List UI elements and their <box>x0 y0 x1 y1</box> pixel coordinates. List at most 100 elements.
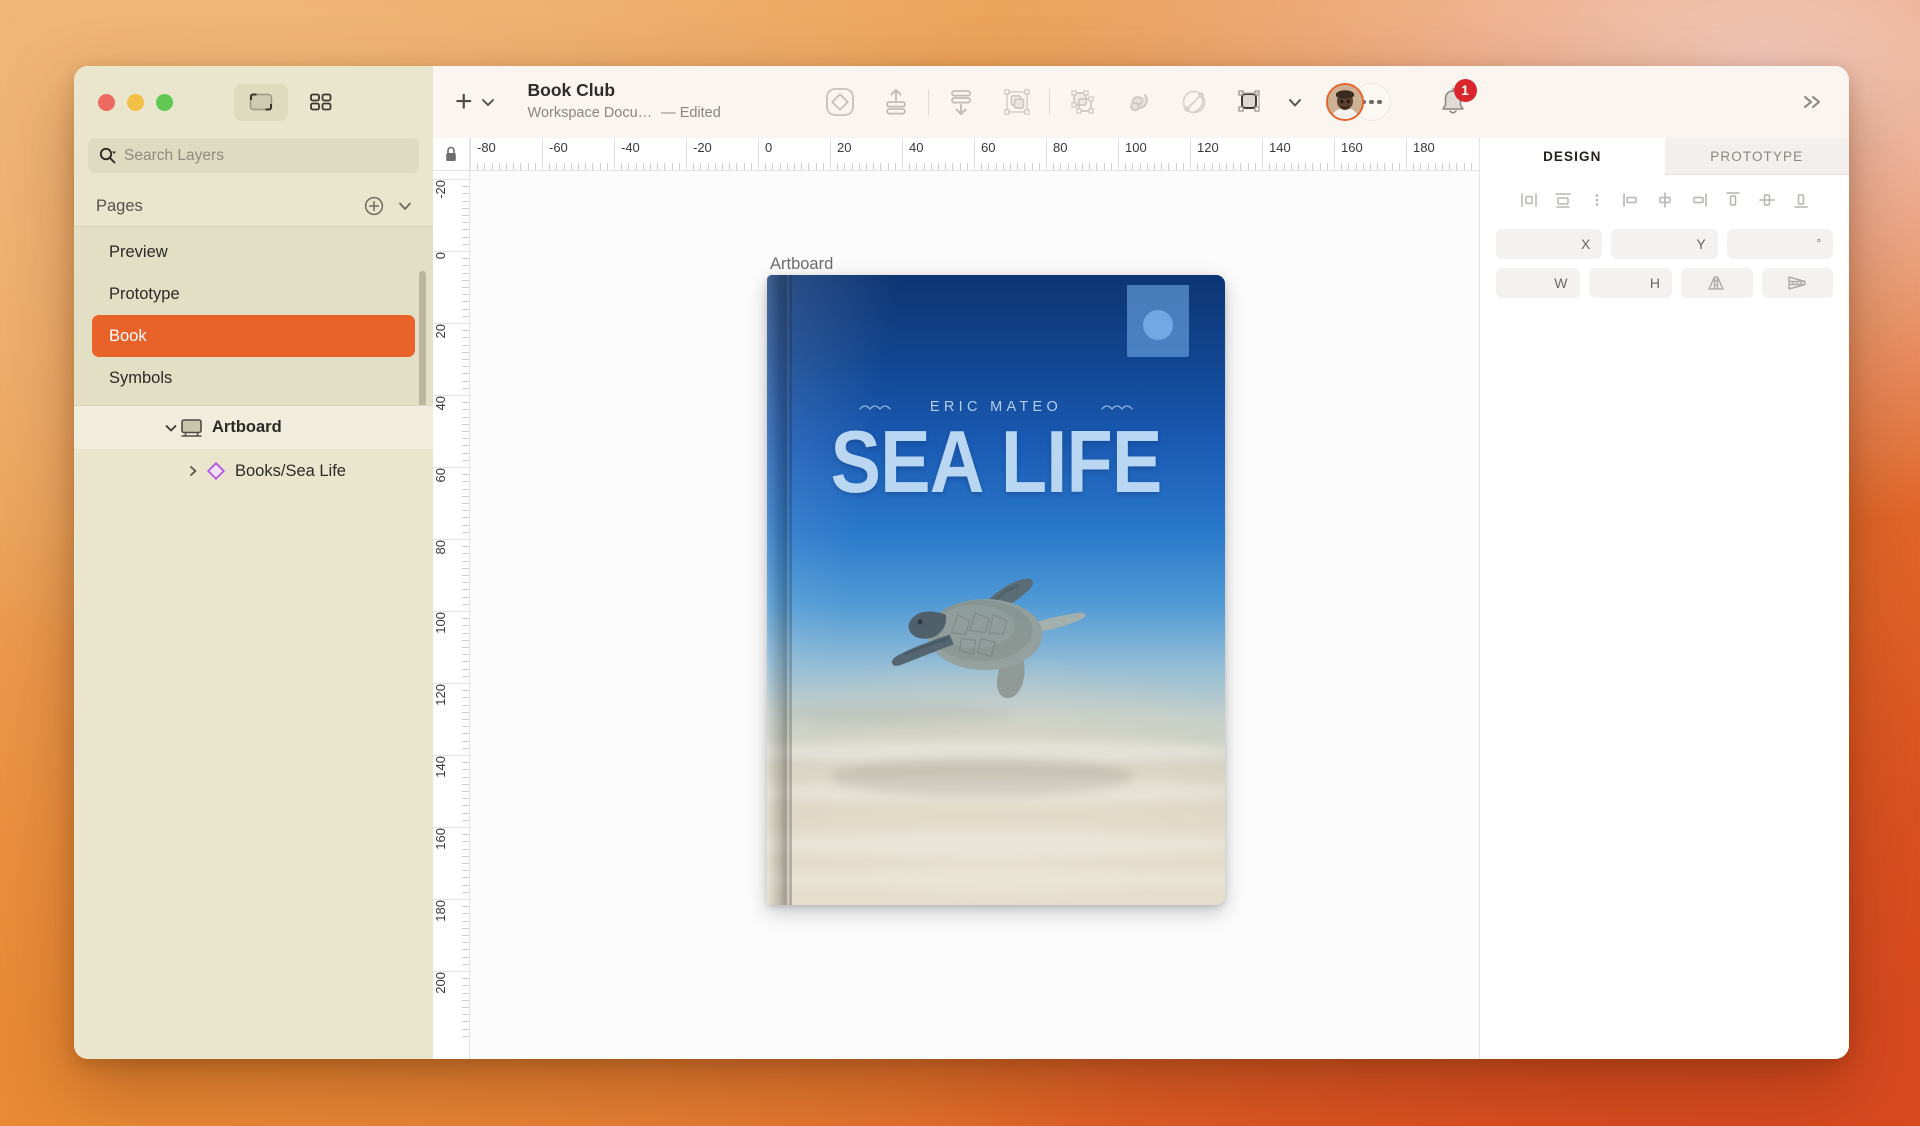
align-left-icon[interactable] <box>1514 185 1544 215</box>
align-object-middle-icon[interactable] <box>1752 185 1782 215</box>
pages-scrollbar[interactable] <box>419 271 426 416</box>
ruler-v-minor-tick <box>462 229 469 231</box>
layer-row-artboard[interactable]: Artboard <box>74 405 433 449</box>
ruler-h-minor-tick <box>1283 163 1285 170</box>
ruler-v-minor-tick <box>462 236 469 238</box>
page-item-prototype[interactable]: Prototype <box>92 273 415 315</box>
ruler-h-minor-tick <box>1326 163 1328 170</box>
y-field[interactable]: Y <box>1611 229 1718 259</box>
ruler-h-label: 80 <box>1046 138 1067 170</box>
close-button[interactable] <box>98 93 115 111</box>
ruler-h-minor-tick <box>1427 163 1429 170</box>
ruler-v-minor-tick <box>462 935 469 936</box>
ruler-v-minor-tick <box>462 942 469 944</box>
ruler-v-minor-tick <box>462 992 469 994</box>
tab-prototype[interactable]: PROTOTYPE <box>1664 138 1849 175</box>
shape-tools-button[interactable] <box>1222 78 1278 126</box>
ruler-v-minor-tick <box>462 596 469 598</box>
ruler-v-minor-tick <box>462 243 469 245</box>
ruler-h-minor-tick <box>527 163 529 170</box>
ruler-v-minor-tick <box>462 927 469 929</box>
ruler-v-minor-tick <box>462 834 469 836</box>
chevron-down-icon[interactable] <box>480 96 496 108</box>
page-item-symbols[interactable]: Symbols <box>92 357 415 399</box>
ruler-v-minor-tick <box>462 848 469 850</box>
minimize-button[interactable] <box>127 93 144 111</box>
group-button[interactable] <box>989 78 1045 126</box>
design-canvas[interactable]: Artboard ERIC MATEO SEA LIFE <box>470 171 1479 1059</box>
x-field-label: X <box>1580 236 1591 252</box>
align-object-center-icon[interactable] <box>1650 185 1680 215</box>
inspector-tabs: DESIGN PROTOTYPE <box>1480 138 1849 175</box>
book-cover-artwork[interactable]: ERIC MATEO SEA LIFE <box>767 275 1225 905</box>
w-field[interactable]: W <box>1496 268 1580 298</box>
layer-row-books-sea-life[interactable]: Books/Sea Life <box>74 449 433 493</box>
ruler-h-minor-tick <box>1031 163 1033 170</box>
scale-button[interactable] <box>1166 78 1222 126</box>
flip-horizontal-icon <box>1706 273 1728 293</box>
page-item-preview[interactable]: Preview <box>92 231 415 273</box>
toolbar-divider <box>1048 89 1050 115</box>
align-object-top-icon[interactable] <box>1718 185 1748 215</box>
ruler-h-minor-tick <box>1175 163 1177 170</box>
rotation-field[interactable]: ° <box>1726 229 1833 259</box>
view-mode-toggle <box>234 83 348 121</box>
layer-label: Artboard <box>212 418 282 436</box>
search-input[interactable]: Search Layers <box>88 138 419 173</box>
ruler-h-minor-tick <box>1470 163 1472 170</box>
ruler-v-minor-tick <box>462 978 469 980</box>
notifications-button[interactable]: 1 <box>1433 79 1477 124</box>
user-avatar[interactable] <box>1325 83 1364 121</box>
ruler-v-minor-tick <box>462 582 469 584</box>
h-field[interactable]: H <box>1588 268 1672 298</box>
align-object-left-icon[interactable] <box>1616 185 1646 215</box>
ruler-horizontal[interactable]: -80 -60 -40 -20 0 20 40 60 80 100 120 140 160 180 <box>433 138 1479 171</box>
tab-design[interactable]: DESIGN <box>1480 138 1665 175</box>
move-to-front-button[interactable] <box>868 78 924 126</box>
chevron-down-icon[interactable] <box>163 422 179 434</box>
insert-symbol-button[interactable] <box>812 78 868 126</box>
notification-badge: 1 <box>1453 79 1477 102</box>
ruler-v-minor-tick <box>462 481 469 483</box>
ruler-v-minor-tick <box>462 654 469 656</box>
lock-icon <box>444 146 458 163</box>
distribute-horizontal-icon[interactable] <box>1548 185 1578 215</box>
toolbar-overflow-button[interactable] <box>1799 92 1829 112</box>
flip-vertical-button[interactable] <box>1761 268 1833 298</box>
ruler-h-minor-tick <box>923 163 925 170</box>
artboard-view-button[interactable] <box>234 83 288 121</box>
union-button[interactable] <box>1054 78 1110 126</box>
x-field[interactable]: X <box>1496 229 1603 259</box>
ruler-h-minor-tick <box>1290 163 1292 170</box>
page-item-book[interactable]: Book <box>92 315 415 357</box>
artboard-name-label[interactable]: Artboard <box>770 255 833 274</box>
plus-circle-icon[interactable] <box>363 195 385 217</box>
maximize-button[interactable] <box>156 93 173 111</box>
mask-button[interactable] <box>1110 78 1166 126</box>
grid-view-button[interactable] <box>294 84 348 121</box>
ruler-lock-button[interactable] <box>433 138 470 170</box>
chevron-down-icon[interactable] <box>395 199 415 213</box>
shape-dropdown-button[interactable] <box>1278 78 1312 126</box>
book-spine-line <box>789 275 792 905</box>
pages-header: Pages <box>74 186 433 226</box>
page-label: Preview <box>109 242 168 261</box>
ruler-h-minor-tick <box>1067 163 1069 170</box>
ruler-v-minor-tick <box>462 891 469 893</box>
ruler-vertical[interactable]: -20 0 20 40 60 80 100 120 140 160 180 200 <box>433 171 470 1059</box>
traffic-lights <box>98 93 173 111</box>
w-field-label: W <box>1554 275 1568 291</box>
align-object-bottom-icon[interactable] <box>1786 185 1816 215</box>
toolbar: + Book Club Workspace Docu… — Edited 1 <box>433 66 1849 138</box>
ruler-h-minor-tick <box>606 163 608 170</box>
chevron-right-icon[interactable] <box>186 464 200 478</box>
more-align-icon[interactable] <box>1582 185 1612 215</box>
page-label: Prototype <box>109 284 180 303</box>
align-object-right-icon[interactable] <box>1684 185 1714 215</box>
ruler-h-minor-tick <box>628 163 630 170</box>
flip-horizontal-button[interactable] <box>1681 268 1753 298</box>
move-to-back-button[interactable] <box>933 78 989 126</box>
cover-badge <box>1127 285 1189 357</box>
add-button[interactable]: + <box>455 87 473 117</box>
ruler-v-minor-tick <box>462 719 469 720</box>
